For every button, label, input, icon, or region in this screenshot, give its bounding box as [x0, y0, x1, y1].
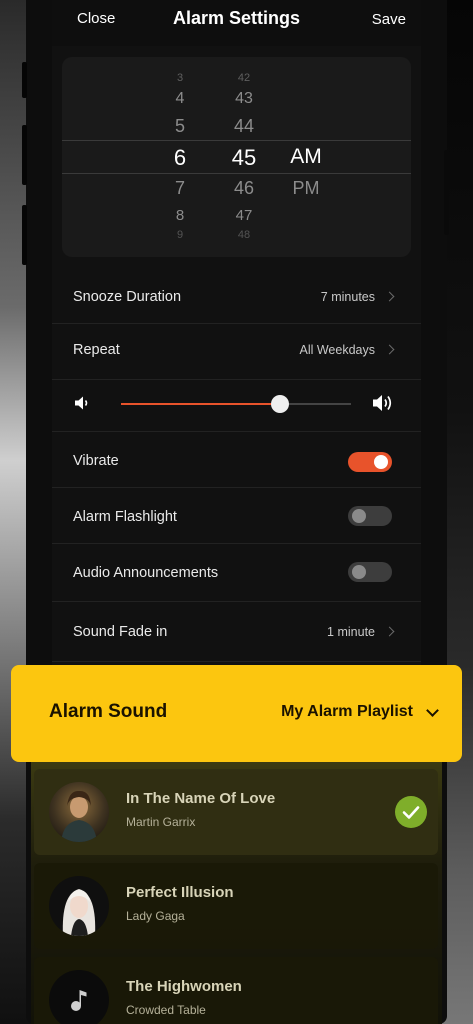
sound-fade-label: Sound Fade in [73, 624, 168, 640]
hour-selected[interactable]: 6 [163, 145, 197, 171]
hour-option[interactable]: 8 [163, 207, 197, 224]
song-artist: Martin Garrix [126, 815, 196, 829]
song-title: The Highwomen [126, 978, 242, 995]
sound-fade-value: 1 minute [327, 625, 375, 639]
phone-side-button [22, 205, 27, 265]
phone-power-button [444, 150, 449, 235]
chevron-right-icon [384, 291, 395, 302]
snooze-duration-label: Snooze Duration [73, 289, 182, 305]
vibrate-label: Vibrate [73, 453, 119, 469]
audio-announcements-row[interactable]: Audio Announcements [52, 544, 421, 602]
hour-option[interactable]: 7 [163, 178, 197, 199]
save-button[interactable]: Save [372, 11, 406, 28]
phone-side-button [22, 62, 27, 98]
volume-slider[interactable] [121, 395, 351, 413]
phone-side-button [22, 125, 27, 185]
alarm-flashlight-toggle[interactable] [348, 506, 392, 526]
audio-announcements-label: Audio Announcements [73, 565, 219, 581]
minute-option[interactable]: 48 [223, 229, 265, 241]
check-icon [395, 796, 427, 828]
alarm-sound-card[interactable]: Alarm Sound My Alarm Playlist [11, 665, 462, 762]
snooze-duration-value: 7 minutes [320, 290, 375, 304]
album-art [49, 782, 109, 842]
minute-option[interactable]: 43 [223, 90, 265, 108]
minute-option[interactable]: 42 [223, 72, 265, 84]
song-title: Perfect Illusion [126, 884, 234, 901]
hour-option[interactable]: 5 [163, 116, 197, 137]
song-item[interactable]: Perfect Illusion Lady Gaga [34, 863, 438, 949]
vibrate-row[interactable]: Vibrate [52, 432, 421, 488]
chevron-right-icon [384, 344, 395, 355]
song-title: In The Name Of Love [126, 790, 276, 807]
hour-option[interactable]: 9 [163, 229, 197, 241]
album-art [49, 970, 109, 1024]
toggle-knob [352, 565, 366, 579]
song-item[interactable]: The Highwomen Crowded Table [34, 957, 438, 1024]
hour-option[interactable]: 4 [163, 90, 197, 108]
header: Close Alarm Settings Save [52, 0, 421, 46]
toggle-knob [374, 455, 388, 469]
song-artist: Lady Gaga [126, 909, 185, 923]
page-title: Alarm Settings [172, 8, 301, 28]
alarm-sound-title: Alarm Sound [49, 701, 168, 722]
music-note-icon [71, 990, 87, 1011]
song-item[interactable]: In The Name Of Love Martin Garrix [34, 769, 438, 855]
snooze-duration-row[interactable]: Snooze Duration 7 minutes [52, 268, 421, 324]
hour-option[interactable]: 3 [163, 72, 197, 84]
playlist-select[interactable]: My Alarm Playlist [281, 703, 413, 721]
vibrate-toggle[interactable] [348, 452, 392, 472]
repeat-value: All Weekdays [299, 343, 376, 357]
period-option[interactable]: PM [284, 178, 328, 199]
alarm-flashlight-label: Alarm Flashlight [73, 509, 177, 525]
chevron-down-icon[interactable] [426, 704, 439, 717]
volume-slider-fill [121, 403, 280, 405]
toggle-knob [352, 509, 366, 523]
song-artist: Crowded Table [126, 1003, 206, 1017]
sound-fade-row[interactable]: Sound Fade in 1 minute [52, 602, 421, 662]
speaker-low-icon[interactable] [73, 394, 91, 412]
repeat-row[interactable]: Repeat All Weekdays [52, 324, 421, 380]
speaker-high-icon[interactable] [371, 392, 395, 414]
period-selected[interactable]: AM [284, 145, 328, 169]
minute-option[interactable]: 46 [223, 178, 265, 199]
volume-slider-handle[interactable] [270, 395, 289, 413]
minute-option[interactable]: 47 [223, 207, 265, 224]
alarm-flashlight-row[interactable]: Alarm Flashlight [52, 488, 421, 544]
album-art [49, 876, 109, 936]
repeat-label: Repeat [73, 342, 120, 358]
minute-selected[interactable]: 45 [223, 145, 265, 171]
time-picker[interactable]: 3 4 5 6 7 8 9 42 43 44 45 46 47 48 AM PM [62, 57, 411, 257]
chevron-right-icon [384, 626, 395, 637]
minute-option[interactable]: 44 [223, 116, 265, 137]
audio-announcements-toggle[interactable] [348, 562, 392, 582]
